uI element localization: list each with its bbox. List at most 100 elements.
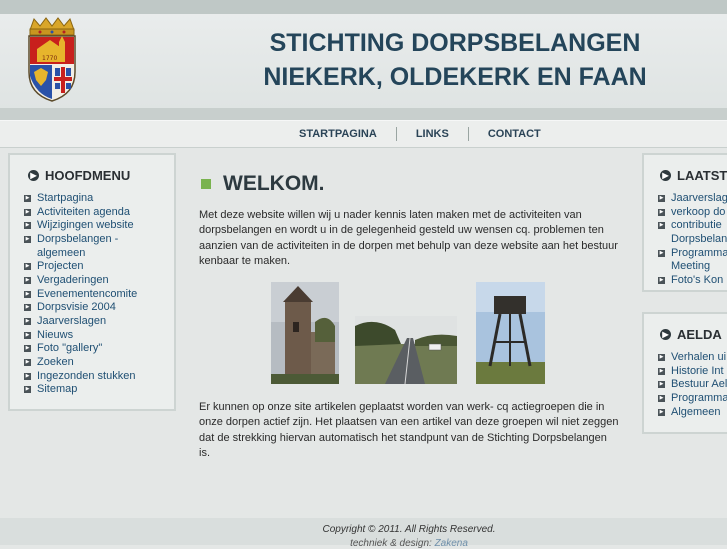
latest-item[interactable]: ▶ contributie <box>658 219 727 233</box>
menu-item-label: Vergaderingen <box>37 273 109 286</box>
latest-item[interactable]: ▶ Programma <box>658 247 727 261</box>
menu-item-foto-gallery[interactable]: ▶ Foto "gallery" <box>24 342 137 356</box>
menu-item-label: Nieuws <box>37 328 74 341</box>
latest-item[interactable]: ▶ Jaarverslag <box>658 192 727 206</box>
bullet-arrow-icon: ▶ <box>24 208 31 216</box>
bullet-arrow-icon: ▶ <box>24 372 31 380</box>
bullet-arrow-icon: ▶ <box>24 263 31 271</box>
bullet-arrow-icon: ▶ <box>24 386 31 394</box>
church-tower-photo[interactable] <box>271 282 339 384</box>
latest-item-label: verkoop do <box>671 205 726 218</box>
menu-item-projecten[interactable]: ▶ Projecten <box>24 260 137 274</box>
menu-item-dorpsbelangen-algemeen[interactable]: ▶ Dorpsbelangen - <box>24 233 137 247</box>
latest-item[interactable]: ▶ verkoop do <box>658 206 727 220</box>
menu-item-label: Foto "gallery" <box>37 342 103 355</box>
menu-item-jaarverslagen[interactable]: ▶ Jaarverslagen <box>24 315 137 329</box>
latest-item-cont[interactable]: Meeting <box>658 260 727 274</box>
latest-item[interactable]: ▶ Foto's Kon <box>658 274 727 288</box>
main-menu-header: ▶ HOOFDMENU <box>28 168 130 183</box>
arrow-circle-icon: ▶ <box>28 170 39 181</box>
aelda-item-label: Bestuur Ael <box>671 378 727 391</box>
menu-item-label: Activiteiten agenda <box>37 205 130 218</box>
aelda-item[interactable]: ▶ Historie Int <box>658 365 727 379</box>
menu-item-label: Projecten <box>37 260 84 273</box>
aelda-item[interactable]: ▶ Bestuur Ael <box>658 378 727 392</box>
aelda-item[interactable]: ▶ Verhalen ui <box>658 351 727 365</box>
road-photo[interactable] <box>355 316 457 384</box>
menu-item-dorpsbelangen-algemeen-cont[interactable]: algemeen <box>24 247 137 261</box>
bullet-arrow-icon: ▶ <box>24 235 31 243</box>
coat-of-arms-icon[interactable]: 1770 <box>24 16 80 102</box>
menu-item-startpagina[interactable]: ▶ Startpagina <box>24 192 137 206</box>
aelda-item[interactable]: ▶ Algemeen <box>658 406 727 420</box>
bullet-arrow-icon: ▶ <box>658 367 665 375</box>
aelda-box: ▶ AELDA ▶ Verhalen ui ▶ Historie Int ▶ Best… <box>642 312 727 434</box>
main-menu-title: HOOFDMENU <box>45 168 131 183</box>
copyright-text: Copyright © 2011. All Rights Reserved. <box>322 524 496 535</box>
menu-item-ingezonden-stukken[interactable]: ▶ Ingezonden stukken <box>24 370 137 384</box>
menu-item-sitemap[interactable]: ▶ Sitemap <box>24 383 137 397</box>
bullet-arrow-icon: ▶ <box>658 222 665 230</box>
credit-link[interactable]: Zakena <box>435 538 468 549</box>
green-square-icon <box>201 179 211 189</box>
aelda-item-label: Verhalen ui <box>671 351 727 363</box>
aelda-item[interactable]: ▶ Programma <box>658 392 727 406</box>
menu-item-dorpsvisie-2004[interactable]: ▶ Dorpsvisie 2004 <box>24 301 137 315</box>
top-strip <box>0 0 727 14</box>
main-content: WELKOM. Met deze website willen wij u na… <box>199 170 619 459</box>
menu-item-label: Dorpsbelangen - <box>37 232 119 245</box>
aelda-box-title: AELDA <box>677 327 722 342</box>
menu-item-label: Jaarverslagen <box>37 314 107 327</box>
bullet-arrow-icon: ▶ <box>24 195 31 202</box>
latest-item-label: Foto's Kon <box>671 273 724 286</box>
menu-item-vergaderingen[interactable]: ▶ Vergaderingen <box>24 274 137 288</box>
latest-box-title: LAATST <box>677 168 727 183</box>
page-title: WELKOM. <box>199 170 619 198</box>
svg-text:1770: 1770 <box>42 55 57 62</box>
credit-line: techniek & design: Zakena <box>0 538 727 549</box>
menu-item-label: Ingezonden stukken <box>37 369 136 382</box>
latest-box: ▶ LAATST ▶ Jaarverslag ▶ verkoop do ▶ contr… <box>642 153 727 292</box>
menu-item-nieuws[interactable]: ▶ Nieuws <box>24 329 137 343</box>
menu-item-label: Wijzigingen website <box>37 219 134 232</box>
latest-item-label: Dorpsbelan <box>671 232 727 245</box>
latest-list: ▶ Jaarverslag ▶ verkoop do ▶ contributie Do… <box>658 192 727 288</box>
bullet-arrow-icon: ▶ <box>24 345 31 353</box>
bullet-arrow-icon: ▶ <box>658 276 665 284</box>
menu-item-label: algemeen <box>37 246 86 259</box>
nav-links[interactable]: LINKS <box>397 127 468 141</box>
welcome-heading: WELKOM. <box>223 172 325 195</box>
intro-paragraph: Met deze website willen wij u nader kenn… <box>199 209 618 267</box>
aelda-item-label: Historie Int <box>671 364 724 377</box>
bullet-arrow-icon: ▶ <box>24 222 31 230</box>
site-header: 1770 STICHTING DORPSBELANGEN NIEKERK, OL… <box>0 14 727 108</box>
credit-prefix: techniek & design: <box>350 538 432 549</box>
aelda-item-label: Algemeen <box>671 405 721 418</box>
site-title-line1: STICHTING DORPSBELANGEN <box>269 29 641 57</box>
main-menu-list: ▶ Startpagina ▶ Activiteiten agenda ▶ Wijzi… <box>24 192 137 397</box>
main-menu-box: ▶ HOOFDMENU ▶ Startpagina ▶ Activiteiten a… <box>8 153 176 411</box>
latest-item-label: Programma <box>671 246 727 259</box>
menu-item-activiteiten-agenda[interactable]: ▶ Activiteiten agenda <box>24 206 137 220</box>
menu-item-label: Evenementencomite <box>37 287 138 300</box>
windmill-frame-photo[interactable] <box>476 282 545 384</box>
latest-item-cont[interactable]: Dorpsbelan <box>658 233 727 247</box>
bullet-arrow-icon: ▶ <box>24 331 31 339</box>
menu-item-label: Zoeken <box>37 355 74 368</box>
nav-contact[interactable]: CONTACT <box>469 127 560 141</box>
bullet-arrow-icon: ▶ <box>24 317 31 325</box>
bullet-arrow-icon: ▶ <box>658 394 665 402</box>
menu-item-zoeken[interactable]: ▶ Zoeken <box>24 356 137 370</box>
latest-item-label: contributie <box>671 219 722 232</box>
aelda-list: ▶ Verhalen ui ▶ Historie Int ▶ Bestuur Ael … <box>658 351 727 419</box>
latest-box-header: ▶ LAATST <box>660 168 727 183</box>
latest-item-label: Jaarverslag <box>671 192 727 204</box>
site-title-line2: NIEKERK, OLDEKERK EN FAAN <box>263 63 647 91</box>
menu-item-evenementencomite[interactable]: ▶ Evenementencomite <box>24 288 137 302</box>
header-divider-band <box>0 108 727 120</box>
bullet-arrow-icon: ▶ <box>24 304 31 312</box>
bullet-arrow-icon: ▶ <box>658 354 665 361</box>
menu-item-wijzigingen-website[interactable]: ▶ Wijzigingen website <box>24 219 137 233</box>
top-nav: STARTPAGINA LINKS CONTACT <box>0 120 727 148</box>
nav-startpagina[interactable]: STARTPAGINA <box>280 127 396 141</box>
